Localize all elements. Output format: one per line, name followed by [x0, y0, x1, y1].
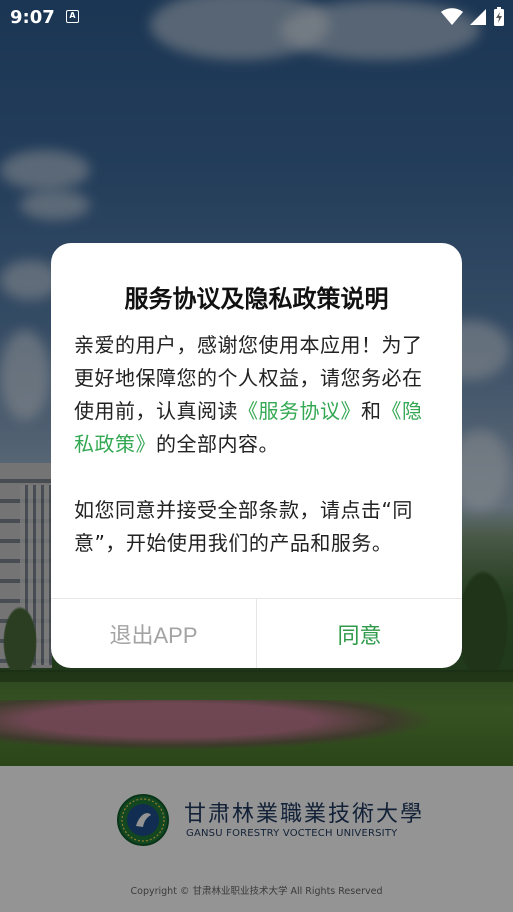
- battery-charging-icon: [494, 7, 504, 26]
- dialog-paragraph-2: 如您同意并接受全部条款，请点击“同意”，开始使用我们的产品和服务。: [74, 498, 413, 555]
- exit-app-button[interactable]: 退出APP: [51, 599, 256, 668]
- dialog-title: 服务协议及隐私政策说明: [124, 285, 389, 313]
- status-time: 9:07: [10, 7, 55, 28]
- service-agreement-link[interactable]: 《服务协议》: [238, 399, 361, 423]
- dialog-paragraph-1: 亲爱的用户，感谢您使用本应用！为了更好地保障您的个人权益，请您务必在使用前，认真…: [74, 333, 423, 456]
- status-bar: 9:07 A: [0, 0, 513, 34]
- wifi-icon: [441, 8, 463, 25]
- agree-button[interactable]: 同意: [257, 599, 462, 668]
- cell-signal-icon: [470, 9, 486, 25]
- privacy-policy-dialog: 服务协议及隐私政策说明 亲爱的用户，感谢您使用本应用！为了更好地保障您的个人权益…: [51, 243, 462, 668]
- notification-icon: A: [66, 10, 79, 23]
- dialog-body: 亲爱的用户，感谢您使用本应用！为了更好地保障您的个人权益，请您务必在使用前，认真…: [74, 329, 442, 560]
